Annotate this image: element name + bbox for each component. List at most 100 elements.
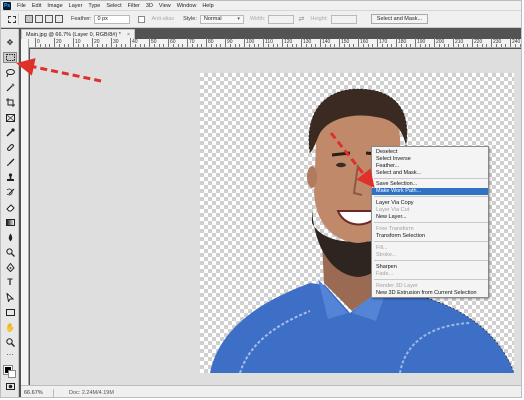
zoom-level[interactable]: 66.67%: [21, 390, 45, 396]
crop-icon[interactable]: [3, 97, 17, 108]
intersect-selection-mode-button[interactable]: [55, 15, 63, 23]
ruler-tick: [353, 44, 355, 47]
history-brush-icon[interactable]: [3, 187, 17, 198]
ruler-tick: [267, 44, 269, 47]
document-tab[interactable]: Main.jpg @ 66.7% (Layer 0, RGB/8#) * ×: [21, 29, 136, 39]
ruler-tick: [358, 38, 359, 47]
ruler-tick: [258, 44, 260, 47]
new-selection-mode-button[interactable]: [25, 15, 33, 23]
menu-item-new-layer[interactable]: New Layer...: [372, 214, 488, 221]
menu-layer[interactable]: Layer: [69, 3, 83, 9]
anti-alias-checkbox[interactable]: [138, 15, 146, 23]
ruler-tick: [381, 44, 383, 47]
lasso-icon[interactable]: [3, 67, 17, 78]
ruler-tick: [111, 38, 112, 47]
ruler-tick: [505, 44, 507, 47]
quick-mask-icon[interactable]: [3, 381, 17, 392]
width-input[interactable]: [268, 14, 295, 24]
ruler-tick: [244, 38, 245, 47]
menu-separator: [374, 241, 488, 242]
menu-file[interactable]: File: [17, 3, 26, 9]
ruler-tick: [320, 38, 321, 47]
ruler-tick: [495, 44, 497, 47]
hand-icon[interactable]: ✋: [3, 322, 17, 333]
menu-item-sharpen[interactable]: Sharpen: [372, 264, 488, 271]
menu-edit[interactable]: Edit: [32, 3, 41, 9]
path-selection-icon[interactable]: [3, 292, 17, 303]
tools-panel: ✥ T ✋ ···: [1, 29, 19, 397]
menu-view[interactable]: View: [159, 3, 171, 9]
style-select-value: Normal: [203, 16, 222, 22]
menu-item-make-work-path[interactable]: Make Work Path...: [372, 188, 488, 195]
ruler-tick: [101, 44, 103, 47]
menu-item-select-inverse[interactable]: Select Inverse: [372, 156, 488, 163]
dodge-icon[interactable]: [3, 247, 17, 258]
ruler-tick: [410, 44, 412, 47]
vertical-ruler[interactable]: [21, 39, 29, 385]
menu-help[interactable]: Help: [202, 3, 213, 9]
menu-3d[interactable]: 3D: [146, 3, 153, 9]
ruler-tick: [49, 44, 51, 47]
add-to-selection-mode-button[interactable]: [35, 15, 43, 23]
swap-width-height-icon[interactable]: ⇄: [298, 15, 304, 23]
ruler-tick: [35, 38, 36, 47]
subtract-from-selection-mode-button[interactable]: [45, 15, 53, 23]
rectangular-marquee-icon[interactable]: [3, 52, 17, 63]
menu-item-save-selection[interactable]: Save Selection...: [372, 181, 488, 188]
brush-icon[interactable]: [3, 157, 17, 168]
ruler-tick: [491, 38, 492, 47]
ruler-tick: [438, 44, 440, 47]
menu-item-new-3d-extrusion[interactable]: New 3D Extrusion from Current Selection: [372, 290, 488, 297]
ruler-tick: [220, 44, 222, 47]
menu-image[interactable]: Image: [47, 3, 62, 9]
menu-item-feather[interactable]: Feather...: [372, 163, 488, 170]
horizontal-ruler[interactable]: 0 20 10 20 30 40 50 60 70 80 90 100 110 120 130 140 150 1…: [29, 38, 521, 48]
document-info[interactable]: Doc: 2.24M/4.19M: [69, 390, 114, 396]
background-color-swatch[interactable]: [8, 370, 16, 378]
rectangle-icon[interactable]: [3, 307, 17, 318]
ruler-tick: [87, 44, 89, 47]
menu-item-select-and-mask[interactable]: Select and Mask...: [372, 170, 488, 177]
ruler-tick: [391, 44, 393, 47]
select-and-mask-button[interactable]: Select and Mask...: [370, 14, 429, 24]
frame-icon[interactable]: [3, 112, 17, 123]
gradient-icon[interactable]: [3, 217, 17, 228]
menu-select[interactable]: Select: [106, 3, 121, 9]
blur-icon[interactable]: [3, 232, 17, 243]
close-icon[interactable]: ×: [127, 32, 130, 38]
tool-preset-picker[interactable]: [5, 13, 19, 25]
ruler-tick: [467, 44, 469, 47]
clone-stamp-icon[interactable]: [3, 172, 17, 183]
menu-separator: [374, 279, 488, 280]
ruler-tick: [92, 38, 93, 47]
ruler-tick: [63, 44, 65, 47]
healing-brush-icon[interactable]: [3, 142, 17, 153]
ruler-tick: [253, 44, 255, 47]
feather-input[interactable]: 0 px: [94, 14, 131, 24]
menu-filter[interactable]: Filter: [128, 3, 140, 9]
ruler-tick: [472, 38, 473, 47]
style-select[interactable]: Normal ▾: [199, 14, 244, 24]
more-tools-icon[interactable]: ···: [3, 349, 17, 360]
menu-window[interactable]: Window: [177, 3, 197, 9]
height-input[interactable]: [330, 14, 357, 24]
eraser-icon[interactable]: [3, 202, 17, 213]
type-icon[interactable]: T: [3, 277, 17, 288]
eyedropper-icon[interactable]: [3, 127, 17, 138]
zoom-icon[interactable]: [3, 337, 17, 348]
magic-wand-icon[interactable]: [3, 82, 17, 93]
move-icon[interactable]: ✥: [3, 37, 17, 48]
ruler-tick: [424, 44, 426, 47]
menu-item-layer-via-copy[interactable]: Layer Via Copy: [372, 200, 488, 207]
ruler-tick: [405, 44, 407, 47]
menu-type[interactable]: Type: [88, 3, 100, 9]
ruler-tick: [386, 44, 388, 47]
menu-item-deselect[interactable]: Deselect: [372, 149, 488, 156]
ruler-tick: [500, 44, 502, 47]
pen-icon[interactable]: [3, 262, 17, 273]
ruler-tick: [149, 38, 150, 47]
menu-item-transform-selection[interactable]: Transform Selection: [372, 233, 488, 240]
ruler-tick: [130, 38, 131, 47]
ruler-tick: [429, 44, 431, 47]
rectangular-marquee-icon: [7, 15, 16, 23]
